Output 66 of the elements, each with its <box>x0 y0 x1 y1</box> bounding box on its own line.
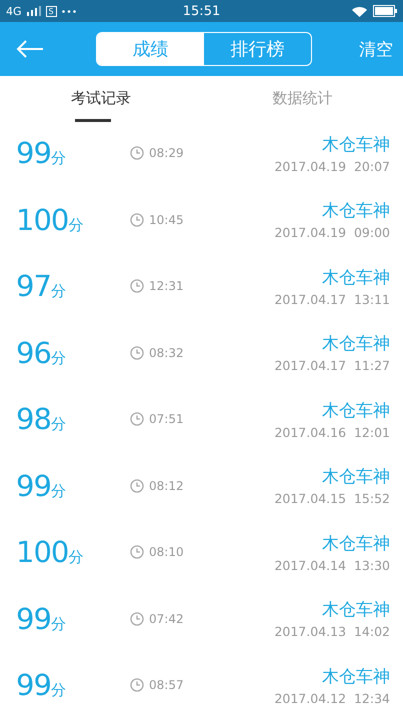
score-unit: 分 <box>50 681 66 700</box>
tab-underline <box>74 119 111 122</box>
record-date: 2017.04.17 11:27 <box>274 358 390 374</box>
segment-tab[interactable]: 排行榜 <box>204 33 311 65</box>
duration-text: 08:10 <box>149 545 184 560</box>
clock-icon <box>130 279 144 294</box>
score-value: 96 <box>16 336 51 370</box>
segment-tab[interactable]: 成绩 <box>97 33 204 65</box>
record-date: 2017.04.17 13:11 <box>274 292 390 307</box>
clock-icon <box>130 146 144 160</box>
user-name: 木仓车神 <box>322 333 390 356</box>
network-label: 4G <box>6 4 22 18</box>
record-date: 2017.04.13 14:02 <box>274 624 390 640</box>
user-name: 木仓车神 <box>322 200 390 222</box>
score-value: 99 <box>16 136 51 170</box>
score-unit: 分 <box>50 149 66 168</box>
record-date: 2017.04.16 12:01 <box>274 424 390 440</box>
score-unit: 分 <box>50 614 66 634</box>
score-unit: 分 <box>68 216 84 235</box>
user-name: 木仓车神 <box>322 666 390 688</box>
user-name: 木仓车神 <box>322 599 390 622</box>
score-unit: 分 <box>50 348 66 368</box>
clock-time: 15:51 <box>182 4 220 18</box>
duration-text: 08:32 <box>149 346 184 360</box>
score-value: 98 <box>16 402 51 436</box>
clock-icon <box>130 412 144 426</box>
record-date: 2017.04.12 12:34 <box>274 690 390 706</box>
signal-icon <box>26 6 41 16</box>
record-date: 2017.04.19 09:00 <box>274 225 390 240</box>
clock-icon <box>130 678 144 692</box>
score-unit: 分 <box>50 282 66 302</box>
clear-button[interactable]: 清空 <box>359 38 393 60</box>
user-name: 木仓车神 <box>322 466 390 488</box>
more-icon <box>62 10 76 12</box>
record-date: 2017.04.19 20:07 <box>274 158 390 174</box>
score-unit: 分 <box>68 548 84 568</box>
clock-icon <box>130 346 144 360</box>
clock-icon <box>130 212 144 227</box>
score-value: 100 <box>16 535 68 570</box>
duration-text: 08:12 <box>149 478 184 493</box>
score-value: 99 <box>16 668 51 702</box>
user-name: 木仓车神 <box>322 134 390 156</box>
clock-icon <box>130 612 144 626</box>
score-value: 99 <box>16 468 51 503</box>
score-value: 99 <box>16 602 51 636</box>
clock-icon <box>130 545 144 560</box>
score-unit: 分 <box>50 415 66 434</box>
duration-text: 07:51 <box>149 412 184 426</box>
score-value: 97 <box>16 269 51 304</box>
user-name: 木仓车神 <box>322 400 390 422</box>
user-name: 木仓车神 <box>322 532 390 555</box>
back-arrow-icon[interactable] <box>16 39 44 59</box>
duration-text: 07:42 <box>149 612 184 626</box>
score-value: 100 <box>16 202 68 237</box>
duration-text: 08:57 <box>149 678 184 692</box>
duration-text: 10:45 <box>149 212 184 227</box>
battery-icon <box>373 5 397 17</box>
wifi-icon <box>352 6 367 16</box>
clock-icon <box>130 478 144 493</box>
record-date: 2017.04.14 13:30 <box>274 558 390 573</box>
score-unit: 分 <box>50 482 66 501</box>
notification-icon: S <box>46 6 57 16</box>
duration-text: 08:29 <box>149 146 184 160</box>
duration-text: 12:31 <box>149 279 184 294</box>
record-date: 2017.04.15 15:52 <box>274 491 390 506</box>
user-name: 木仓车神 <box>322 266 390 289</box>
